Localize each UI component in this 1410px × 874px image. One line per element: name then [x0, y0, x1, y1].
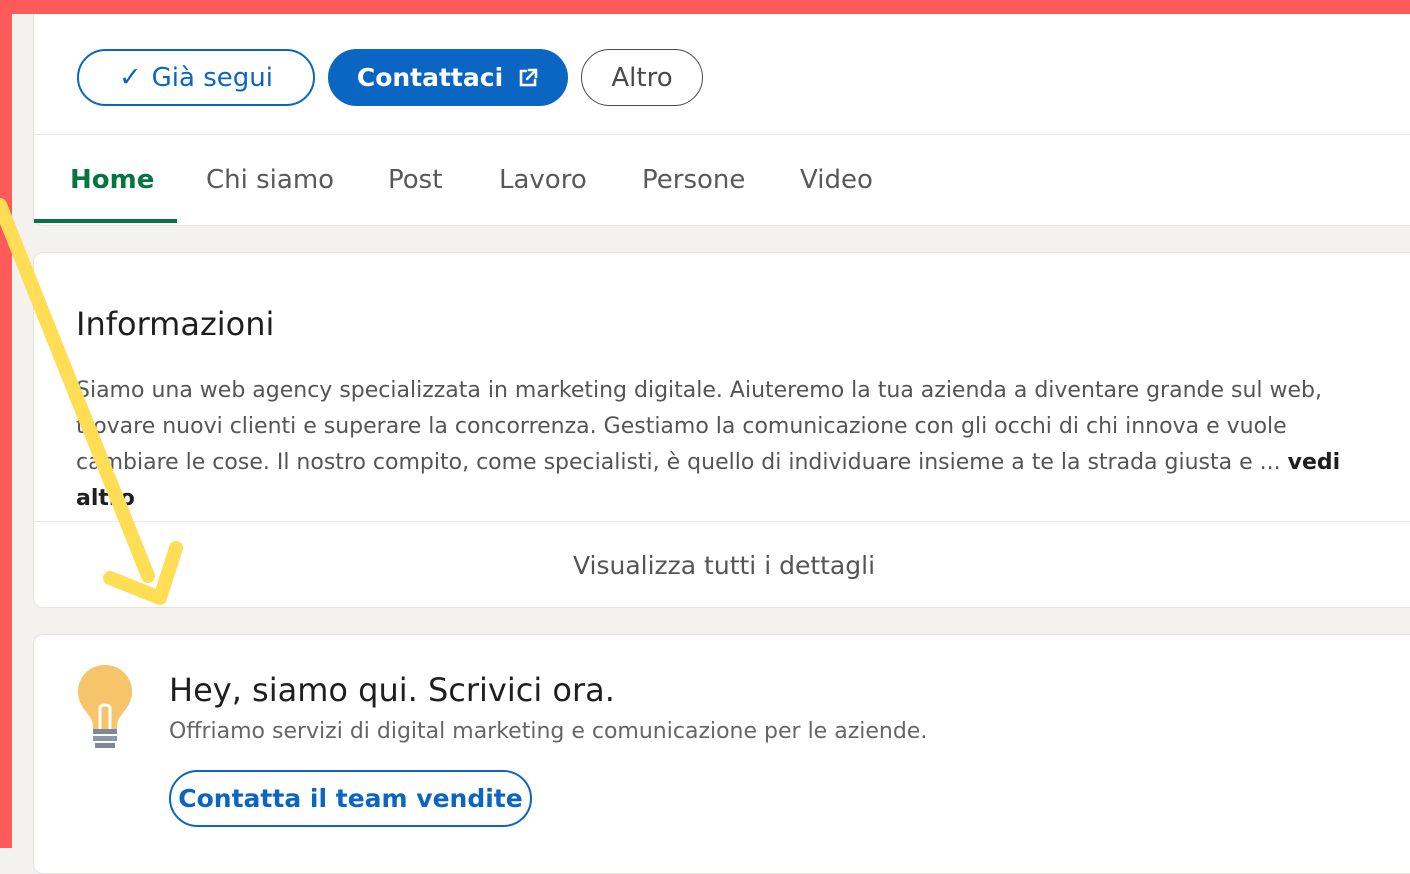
tab-home[interactable]: Home	[70, 165, 154, 195]
frame-border-top	[0, 0, 1410, 14]
check-icon: ✓	[119, 62, 142, 93]
active-tab-indicator	[34, 219, 177, 223]
show-all-details-link[interactable]: Visualizza tutti i dettagli	[34, 551, 1410, 580]
tab-posts[interactable]: Post	[388, 165, 442, 195]
more-button[interactable]: Altro	[581, 49, 703, 106]
contact-sales-label: Contatta il team vendite	[178, 784, 523, 813]
contact-us-label: Contattaci	[356, 63, 504, 92]
tab-bar: Home Chi siamo Post Lavoro Persone Video	[34, 135, 1034, 226]
tab-about[interactable]: Chi siamo	[206, 165, 334, 195]
divider	[34, 521, 1410, 522]
cta-subtitle: Offriamo servizi di digital marketing e …	[169, 719, 928, 744]
tab-videos[interactable]: Video	[800, 165, 873, 195]
lightbulb-icon	[78, 665, 132, 748]
tab-people[interactable]: Persone	[642, 165, 745, 195]
following-label: Già segui	[151, 62, 273, 93]
more-label: Altro	[611, 62, 673, 93]
about-description: Siamo una web agency specializzata in ma…	[76, 373, 1386, 517]
about-text: Siamo una web agency specializzata in ma…	[76, 378, 1323, 475]
following-button[interactable]: ✓ Già segui	[77, 49, 315, 106]
contact-sales-button[interactable]: Contatta il team vendite	[169, 770, 532, 827]
external-link-icon	[519, 68, 538, 86]
contact-us-button[interactable]: Contattaci	[328, 49, 568, 106]
frame-border-left	[0, 0, 12, 848]
about-card: Informazioni Siamo una web agency specia…	[33, 252, 1410, 608]
cta-title: Hey, siamo qui. Scrivici ora.	[169, 671, 615, 709]
company-header-card: ✓ Già segui Contattaci Altro Home Chi si…	[33, 14, 1410, 226]
about-title: Informazioni	[76, 305, 275, 343]
contact-cta-card: Hey, siamo qui. Scrivici ora. Offriamo s…	[33, 634, 1410, 874]
tab-jobs[interactable]: Lavoro	[499, 165, 587, 195]
